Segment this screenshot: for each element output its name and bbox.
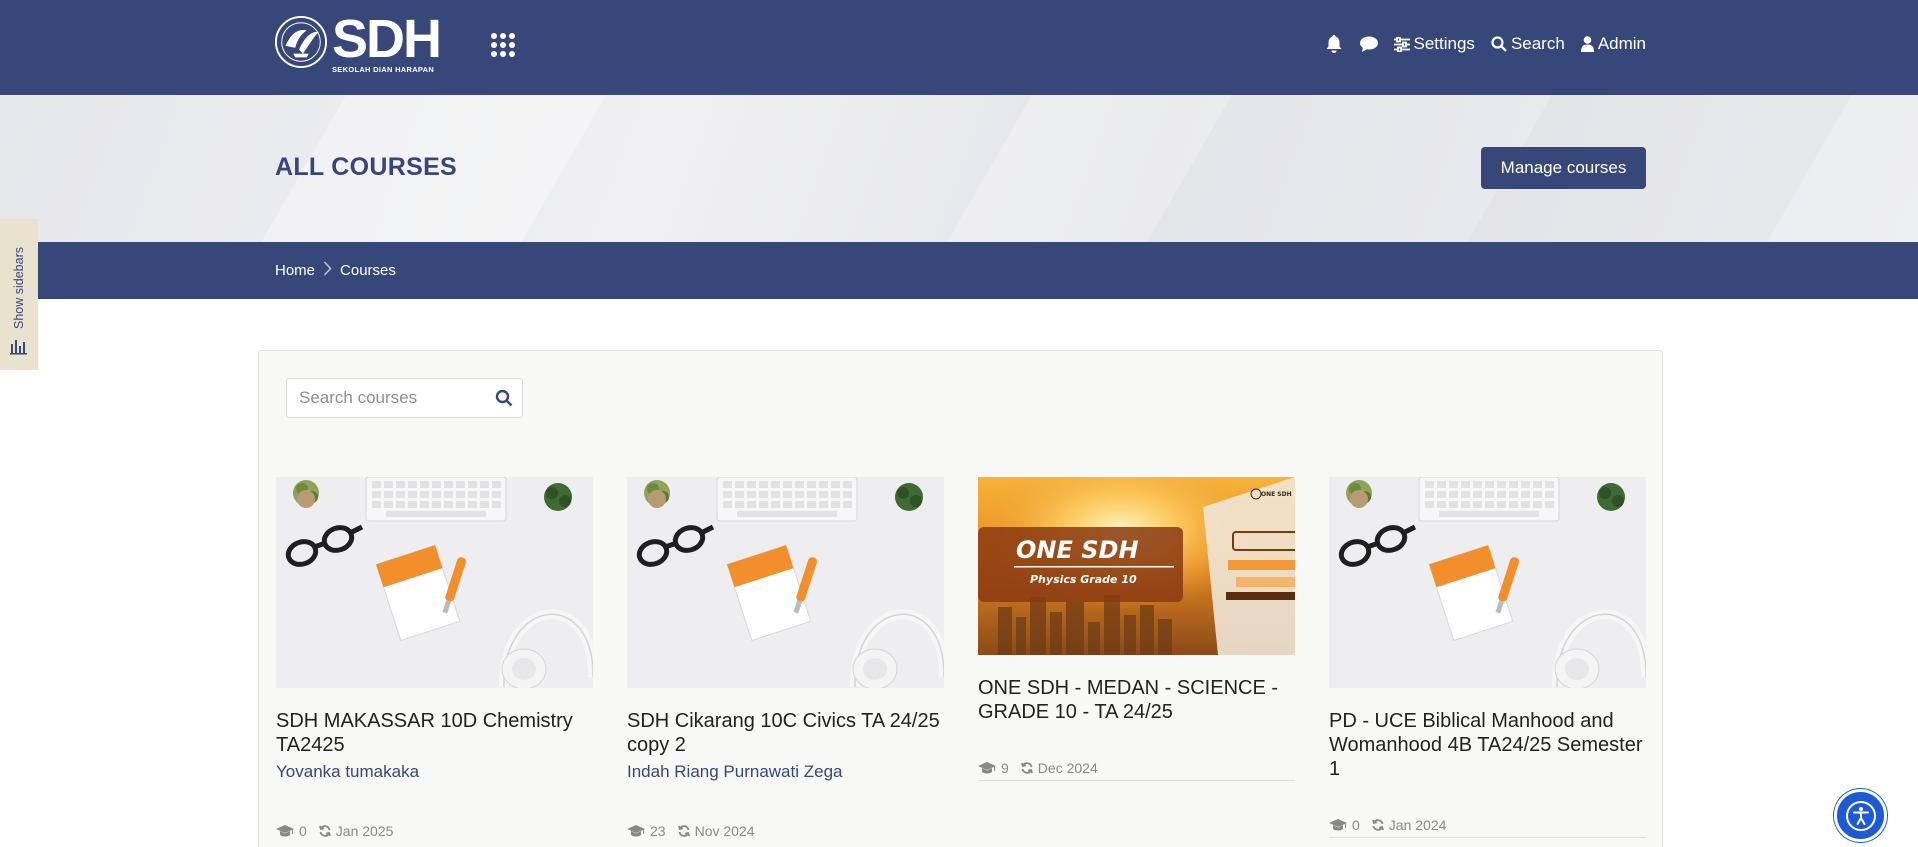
refresh-icon (318, 825, 331, 837)
last-updated: Jan 2024 (1388, 817, 1447, 833)
graduation-cap-icon (627, 824, 645, 836)
banner-title: ONE SDH (1016, 536, 1139, 564)
sliders-icon (1393, 36, 1410, 52)
enrolled-count: 23 (650, 823, 666, 839)
course-card: PD - UCE Biblical Manhood and Womanhood … (1329, 477, 1646, 781)
logo-text: SDH (332, 9, 442, 69)
bell-icon (1326, 35, 1341, 53)
settings-label: Settings (1413, 34, 1475, 53)
search-label: Search (1510, 34, 1565, 53)
search-courses-input[interactable] (299, 388, 479, 408)
breadcrumb-courses[interactable]: Courses (340, 262, 396, 279)
refresh-icon (1371, 819, 1384, 831)
breadcrumb-home[interactable]: Home (275, 262, 315, 279)
accessibility-icon (1845, 800, 1876, 831)
last-updated: Nov 2024 (694, 823, 755, 839)
search-icon (1491, 36, 1507, 52)
breadcrumb: Home Courses (275, 261, 396, 280)
enrolled-count: 0 (299, 823, 307, 839)
course-title[interactable]: PD - UCE Biblical Manhood and Womanhood … (1329, 709, 1646, 781)
enrolled-count: 0 (1352, 817, 1360, 833)
logo-subtext: SEKOLAH DIAN HARAPAN (332, 65, 435, 74)
graduation-cap-icon (276, 824, 294, 836)
banner-badge: ONE SDH (1261, 491, 1292, 498)
course-image[interactable]: ONE SDH Physics Grade 10 ONE SDH (978, 477, 1295, 655)
course-image[interactable] (1329, 477, 1646, 688)
course-meta: 0 Jan 2024 (1329, 817, 1446, 833)
enrolled-count: 9 (1001, 760, 1009, 776)
page-header: ALL COURSES Manage courses (0, 95, 1918, 242)
last-updated: Dec 2024 (1037, 760, 1098, 776)
course-card: SDH Cikarang 10C Civics TA 24/25 copy 2 … (627, 477, 944, 782)
card-divider (1329, 837, 1646, 838)
last-updated: Jan 2025 (335, 823, 394, 839)
show-sidebars-toggle[interactable]: Show sidebars (0, 219, 38, 370)
bar-chart-icon (10, 340, 27, 355)
course-image[interactable] (276, 477, 593, 688)
breadcrumb-bar: Home Courses (0, 242, 1918, 299)
refresh-icon (1020, 762, 1033, 774)
refresh-icon (677, 825, 690, 837)
graduation-cap-icon (1329, 818, 1347, 830)
chevron-right-icon (323, 261, 332, 280)
top-navbar: SDH SEKOLAH DIAN HARAPAN Settings Search… (0, 0, 1918, 95)
user-menu[interactable]: Admin (1580, 34, 1646, 54)
graduation-cap-icon (978, 761, 996, 773)
settings-menu[interactable]: Settings (1393, 34, 1475, 54)
page-title: ALL COURSES (275, 153, 458, 181)
course-meta: 0 Jan 2025 (276, 823, 393, 839)
course-meta: 9 Dec 2024 (978, 760, 1098, 776)
search-menu[interactable]: Search (1491, 34, 1565, 54)
user-icon (1580, 36, 1594, 52)
banner-subtitle: Physics Grade 10 (1030, 573, 1137, 586)
messages-button[interactable] (1359, 36, 1378, 52)
site-logo[interactable]: SDH SEKOLAH DIAN HARAPAN (274, 9, 454, 74)
course-card: SDH MAKASSAR 10D Chemistry TA2425 Yovank… (276, 477, 593, 782)
manage-courses-button[interactable]: Manage courses (1481, 147, 1646, 189)
card-divider (978, 780, 1295, 781)
search-icon[interactable] (495, 389, 513, 407)
accessibility-button[interactable] (1834, 789, 1887, 842)
course-title[interactable]: SDH MAKASSAR 10D Chemistry TA2425 (276, 709, 593, 757)
search-courses-field (286, 378, 523, 418)
header-decoration (916, 95, 1244, 242)
course-title[interactable]: SDH Cikarang 10C Civics TA 24/25 copy 2 (627, 709, 944, 757)
notifications-button[interactable] (1326, 35, 1342, 53)
apps-grid-icon[interactable] (490, 32, 516, 58)
chat-bubble-icon (1359, 36, 1378, 52)
course-meta: 23 Nov 2024 (627, 823, 755, 839)
user-name: Admin (1597, 34, 1646, 53)
show-sidebars-label: Show sidebars (12, 247, 26, 329)
course-teacher[interactable]: Yovanka tumakaka (276, 762, 593, 782)
courses-panel: SDH MAKASSAR 10D Chemistry TA2425 Yovank… (258, 350, 1663, 847)
course-card: ONE SDH Physics Grade 10 ONE SDH ONE SDH… (978, 477, 1295, 724)
course-image[interactable] (627, 477, 944, 688)
course-title[interactable]: ONE SDH - MEDAN - SCIENCE - GRADE 10 - T… (978, 676, 1295, 724)
navbar-actions: Settings Search Admin (1326, 0, 1646, 88)
school-emblem-icon (274, 15, 328, 69)
course-teacher[interactable]: Indah Riang Purnawati Zega (627, 762, 944, 782)
